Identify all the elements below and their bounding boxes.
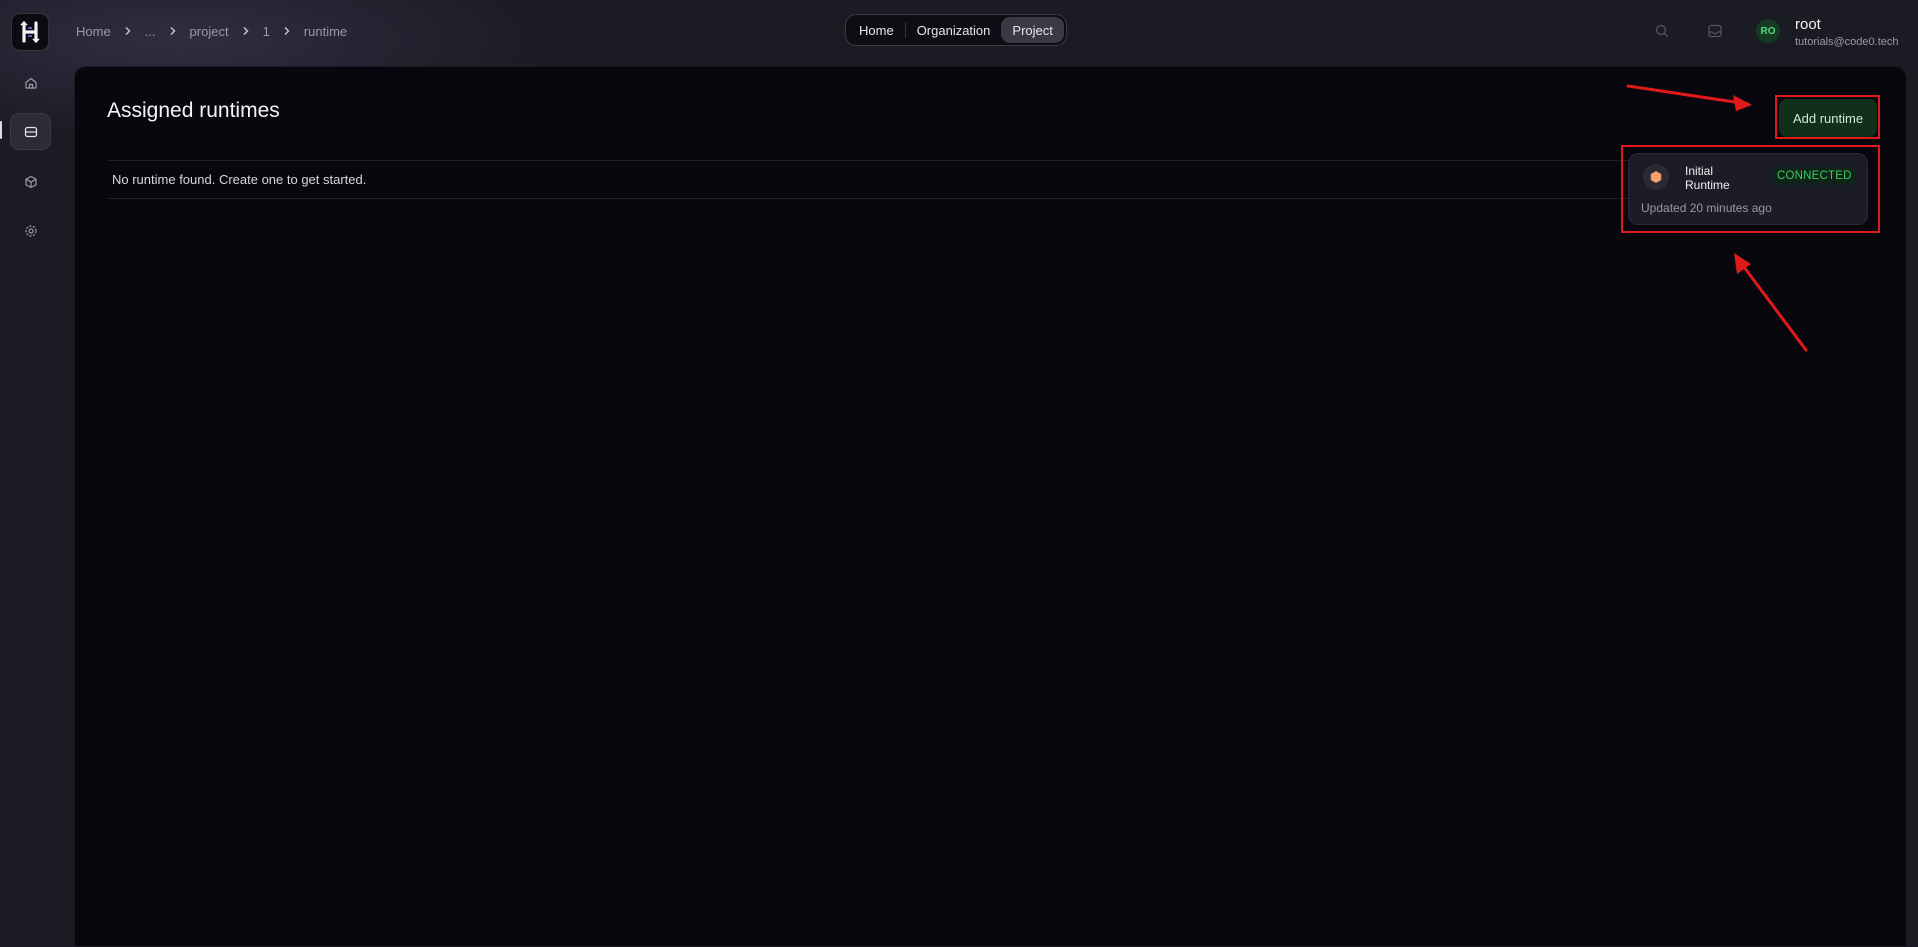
avatar[interactable]: RO <box>1756 19 1780 43</box>
app-logo[interactable] <box>11 13 49 51</box>
add-runtime-button[interactable]: Add runtime <box>1779 99 1877 137</box>
runtime-icon <box>1643 164 1669 190</box>
context-switcher: Home Organization Project <box>845 14 1067 46</box>
main-panel: Assigned runtimes No runtime found. Crea… <box>74 66 1907 947</box>
chevron-right-icon <box>113 26 143 36</box>
status-badge: CONNECTED <box>1773 167 1856 185</box>
breadcrumb-project-id[interactable]: 1 <box>261 24 272 39</box>
sidebar-item-runtimes[interactable] <box>10 113 51 150</box>
divider <box>107 160 1667 161</box>
inbox-icon[interactable] <box>1707 23 1723 39</box>
tab-home[interactable]: Home <box>848 17 905 43</box>
chevron-right-icon <box>272 26 302 36</box>
empty-state-message: No runtime found. Create one to get star… <box>112 172 367 187</box>
sidebar <box>0 0 62 947</box>
breadcrumb: Home ... project 1 runtime <box>74 21 349 41</box>
runtime-name: Initial Runtime <box>1685 164 1730 192</box>
sidebar-item-home[interactable] <box>10 64 51 101</box>
search-icon[interactable] <box>1654 23 1670 39</box>
page-title: Assigned runtimes <box>107 99 280 122</box>
user-name[interactable]: root <box>1795 16 1821 33</box>
sidebar-item-projects[interactable] <box>10 163 51 200</box>
runtime-updated: Updated 20 minutes ago <box>1641 201 1772 215</box>
cube-icon <box>24 175 37 188</box>
tab-project[interactable]: Project <box>1001 17 1064 43</box>
breadcrumb-current: runtime <box>303 23 348 39</box>
tab-organization[interactable]: Organization <box>906 17 1002 43</box>
divider <box>107 198 1667 199</box>
hexagon-icon <box>1650 171 1662 183</box>
active-indicator <box>0 121 2 139</box>
logo-icon <box>20 21 40 43</box>
gear-icon <box>24 224 37 237</box>
home-icon <box>24 77 37 89</box>
chevron-right-icon <box>231 26 261 36</box>
breadcrumb-home[interactable]: Home <box>74 24 113 39</box>
chevron-right-icon <box>158 26 188 36</box>
breadcrumb-ellipsis[interactable]: ... <box>143 24 158 39</box>
runtime-card[interactable]: Initial Runtime CONNECTED Updated 20 min… <box>1628 153 1868 225</box>
server-icon <box>24 126 37 137</box>
sidebar-item-settings[interactable] <box>10 212 51 249</box>
user-email: tutorials@code0.tech <box>1795 36 1899 48</box>
breadcrumb-project[interactable]: project <box>188 24 231 39</box>
